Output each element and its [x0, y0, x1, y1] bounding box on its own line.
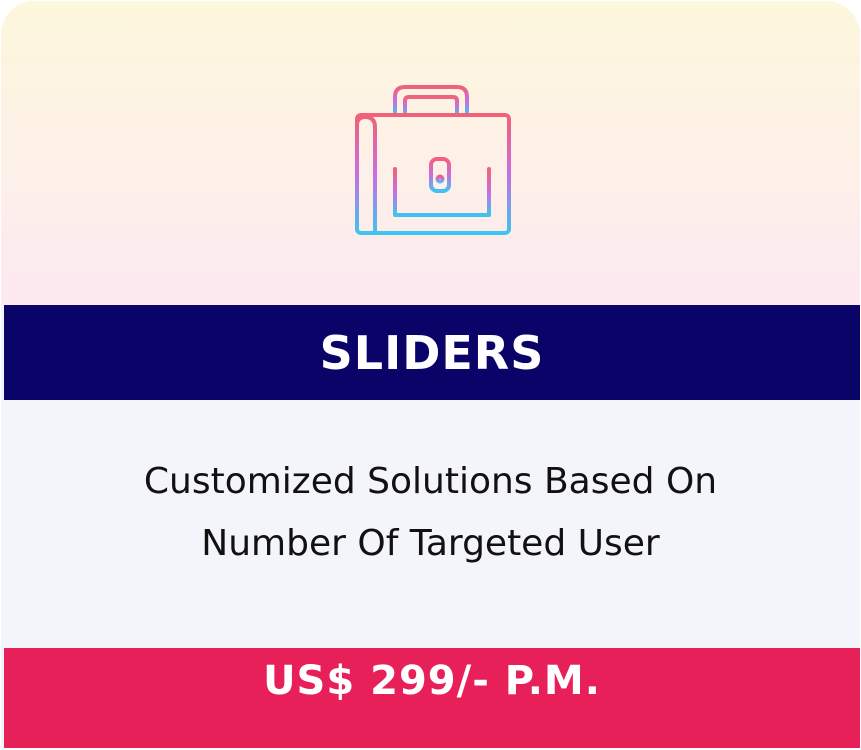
- description-line-1: Customized Solutions Based On: [143, 461, 718, 502]
- card-price: US$ 299/- P.M.: [263, 658, 601, 704]
- card-title: SLIDERS: [319, 325, 545, 380]
- description-line-2: Number Of Targeted User: [201, 523, 660, 564]
- title-band: SLIDERS: [4, 305, 860, 400]
- card-hero: [1, 1, 860, 305]
- briefcase-icon: [351, 81, 513, 239]
- card-description: Customized Solutions Based On Number Of …: [1, 451, 860, 575]
- price-band: US$ 299/- P.M.: [4, 648, 860, 748]
- pricing-card: SLIDERS Customized Solutions Based On Nu…: [1, 1, 860, 748]
